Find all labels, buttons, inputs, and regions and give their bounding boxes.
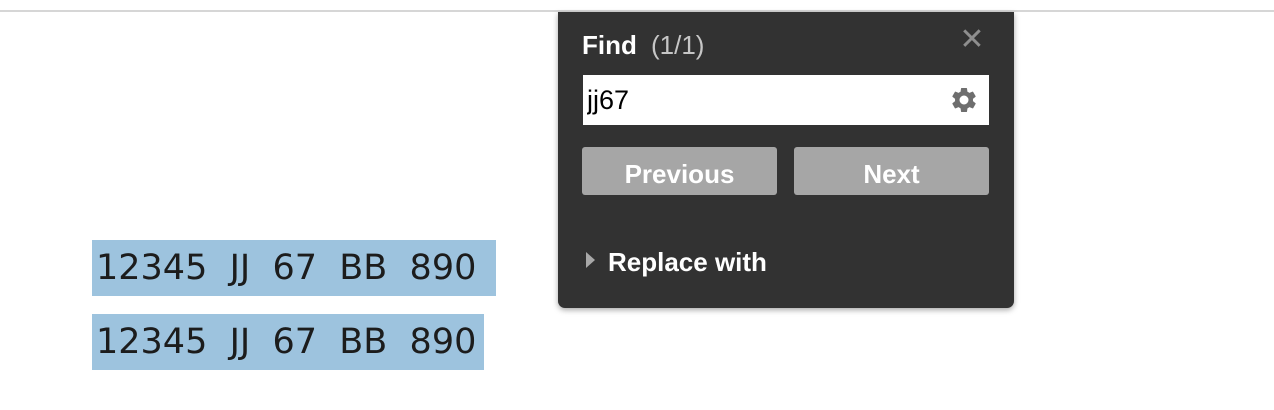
disclosure-triangle-icon [586,252,595,268]
document-line[interactable]: 12345 JJ 67 BB 890 [92,314,484,370]
next-button[interactable]: Next [794,147,989,195]
find-title: Find [582,30,637,60]
search-input[interactable] [587,75,937,125]
search-box [583,75,989,125]
document-line[interactable]: 12345 JJ 67 BB 890 [92,240,496,296]
previous-button[interactable]: Previous [582,147,777,195]
match-count: (1/1) [651,30,705,60]
find-panel: Find (1/1) ✕ Previous Next Replace with [558,12,1014,308]
gear-icon[interactable] [949,85,979,115]
replace-label: Replace with [608,247,767,277]
close-icon[interactable]: ✕ [956,24,988,56]
